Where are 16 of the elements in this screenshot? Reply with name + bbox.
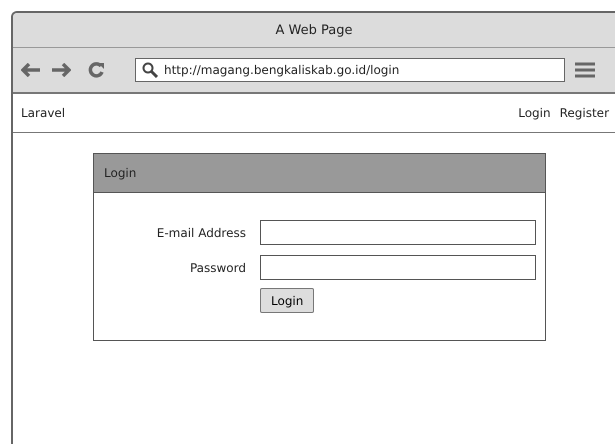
input-field[interactable] bbox=[260, 255, 536, 280]
nav-link[interactable]: Register bbox=[560, 106, 609, 120]
brand-link[interactable]: Laravel bbox=[21, 106, 66, 120]
window-title: A Web Page bbox=[276, 22, 352, 38]
card-title: Login bbox=[104, 166, 136, 180]
nav-link[interactable]: Login bbox=[518, 106, 551, 120]
address-bar[interactable]: http://magang.bengkaliskab.go.id/login bbox=[135, 58, 565, 82]
field-label: E-mail Address bbox=[156, 226, 246, 240]
forward-icon[interactable] bbox=[51, 63, 71, 77]
search-icon bbox=[142, 62, 158, 78]
field-label: Password bbox=[188, 260, 246, 274]
input-field[interactable] bbox=[260, 220, 536, 245]
login-button[interactable]: Login bbox=[260, 288, 314, 313]
menu-icon[interactable] bbox=[575, 62, 595, 78]
reload-icon[interactable] bbox=[87, 62, 105, 78]
back-icon[interactable] bbox=[21, 63, 41, 77]
